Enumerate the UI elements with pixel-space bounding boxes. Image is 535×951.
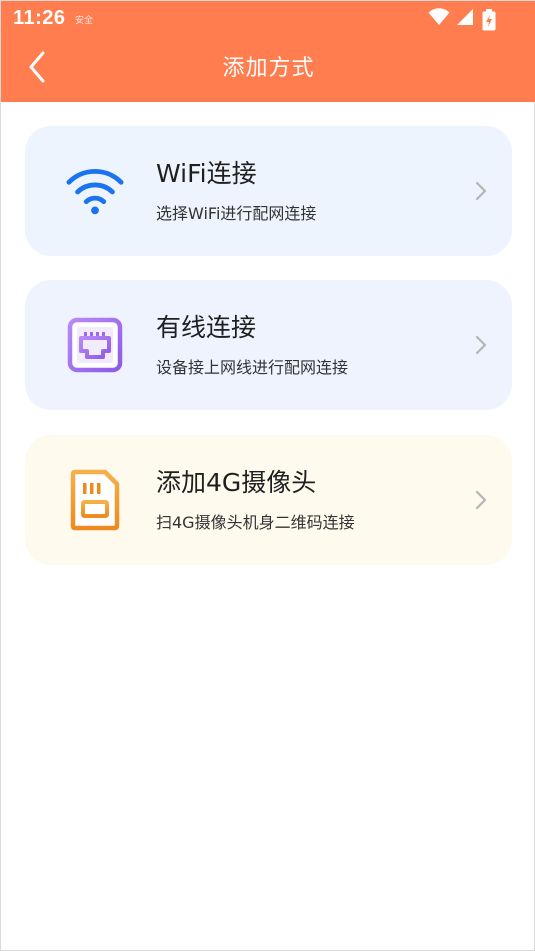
option-add-4g-camera[interactable]: 添加4G摄像头 扫4G摄像头机身二维码连接 [25, 435, 512, 565]
option-title: 添加4G摄像头 [156, 468, 317, 497]
top-bar: 11:26 安全 添加方式 [1, 1, 535, 102]
option-wifi-connection[interactable]: WiFi连接 选择WiFi进行配网连接 [25, 126, 512, 256]
option-title: 有线连接 [156, 313, 257, 342]
status-small-label: 安全 [75, 16, 94, 26]
option-title: WiFi连接 [156, 159, 257, 188]
status-icons [428, 7, 474, 31]
ethernet-port-icon [65, 315, 125, 375]
status-time: 11:26 [13, 7, 66, 29]
chevron-right-icon [474, 334, 488, 356]
chevron-right-icon [474, 180, 488, 202]
wifi-icon [65, 161, 125, 221]
signal-icon [456, 8, 474, 30]
page-title: 添加方式 [222, 56, 315, 81]
header: 添加方式 [1, 39, 535, 101]
wifi-icon [428, 8, 450, 30]
chevron-right-icon [474, 489, 488, 511]
status-bar: 11:26 安全 [1, 1, 535, 37]
option-subtitle: 选择WiFi进行配网连接 [156, 204, 317, 223]
option-wired-connection[interactable]: 有线连接 设备接上网线进行配网连接 [25, 280, 512, 410]
option-subtitle: 设备接上网线进行配网连接 [156, 358, 349, 377]
option-subtitle: 扫4G摄像头机身二维码连接 [156, 513, 355, 532]
battery-icon [482, 9, 496, 35]
sim-card-icon [65, 469, 125, 531]
